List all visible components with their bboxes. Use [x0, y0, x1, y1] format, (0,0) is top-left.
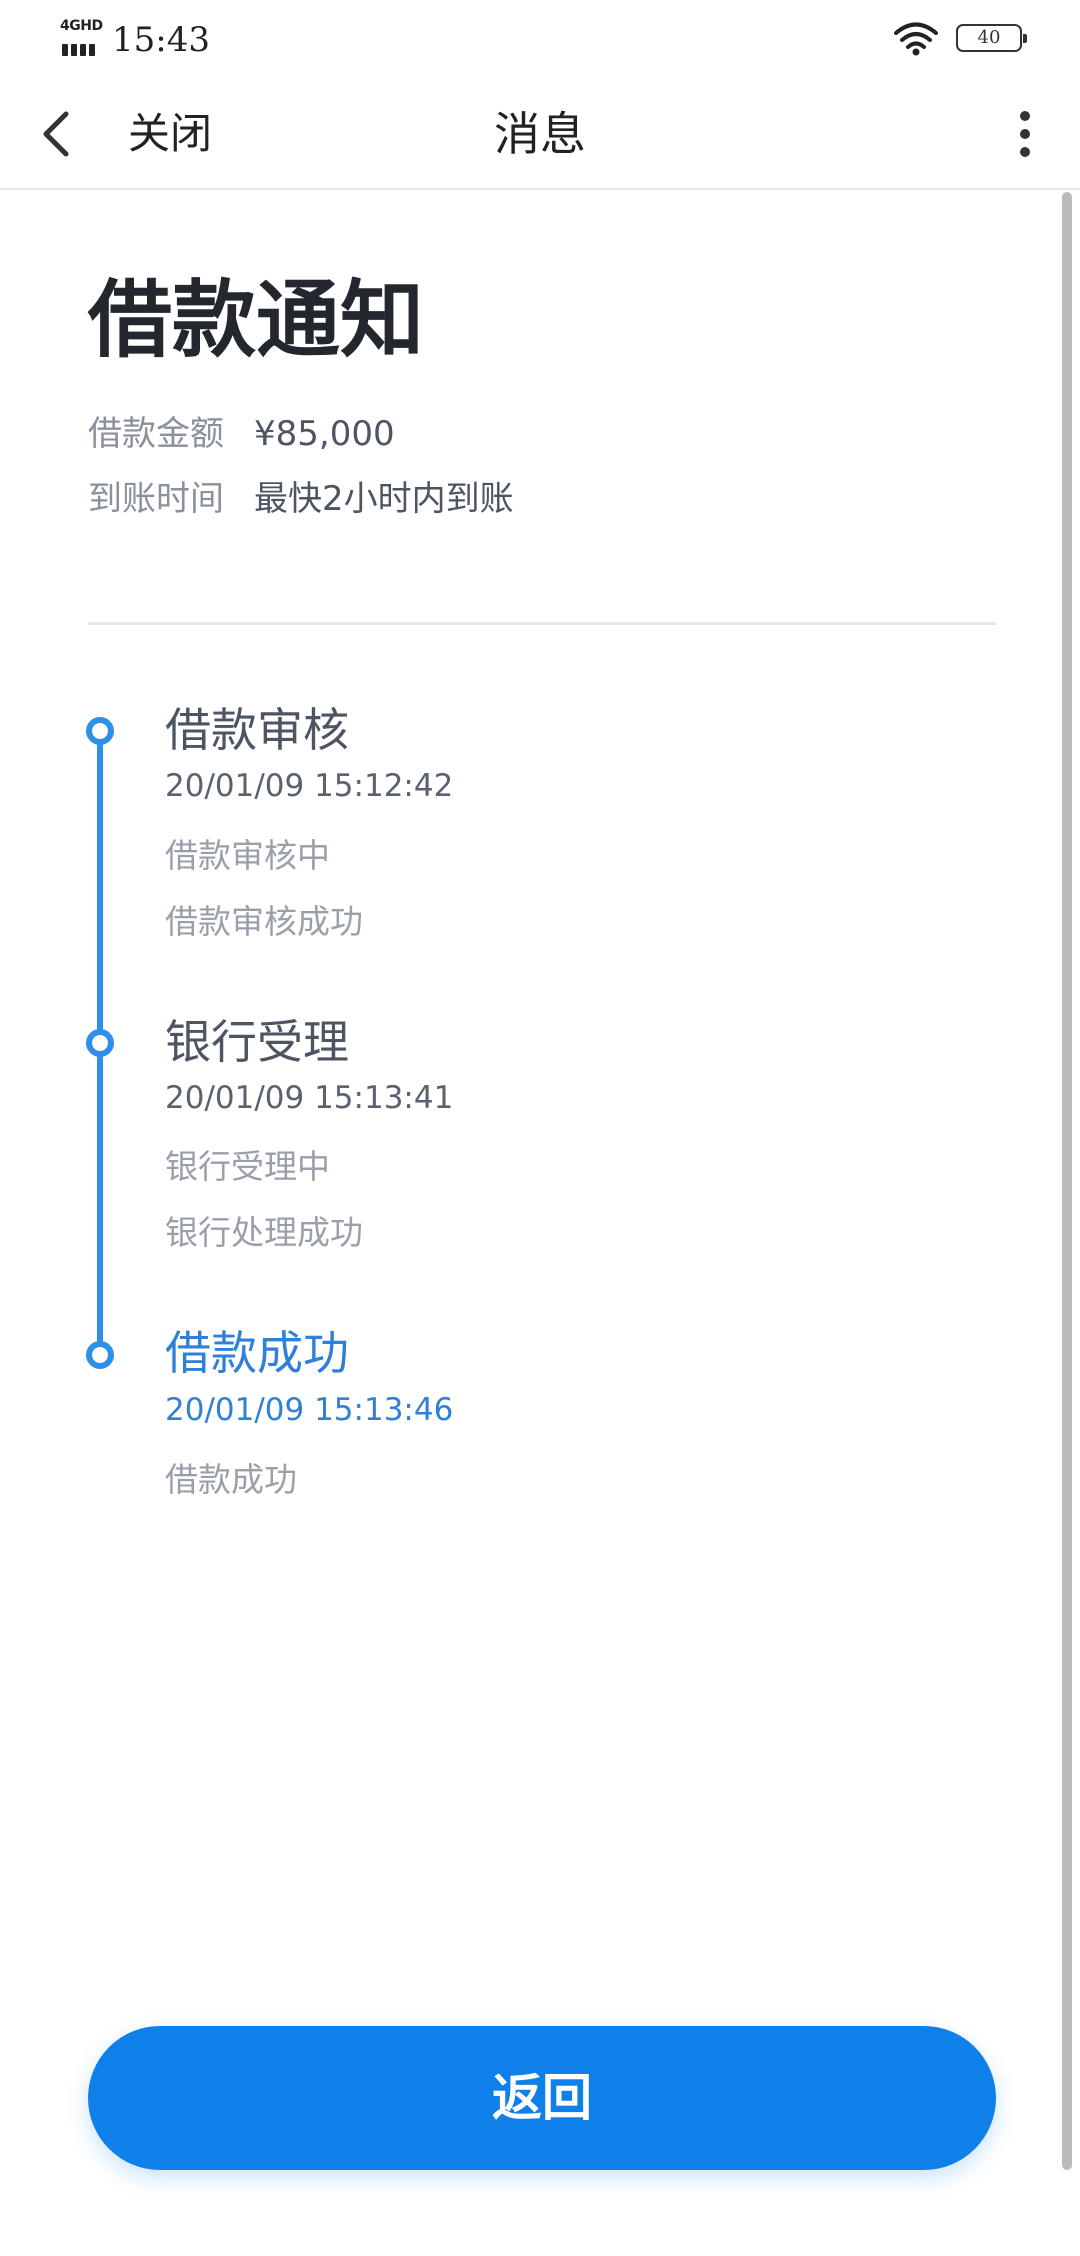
page-title: 借款通知 — [88, 271, 425, 369]
battery-icon: 40 — [956, 24, 1027, 52]
step-time: 20/01/09 15:13:46 — [165, 1392, 454, 1428]
step-detail: 银行处理成功 — [165, 1213, 363, 1252]
status-bar: 4GHD 15:43 40 — [0, 0, 1080, 80]
status-time: 15:43 — [112, 20, 210, 60]
info-label: 借款金额 — [88, 414, 224, 454]
step-title: 银行受理 — [165, 1015, 349, 1069]
step-title: 借款审核 — [165, 703, 349, 757]
step-detail: 借款审核中 — [165, 836, 330, 875]
timeline-dot — [86, 717, 114, 745]
step-detail: 银行受理中 — [165, 1147, 330, 1186]
info-value: 最快2小时内到账 — [254, 479, 514, 519]
step-detail: 借款成功 — [165, 1460, 297, 1499]
timeline-dot — [86, 1029, 114, 1057]
nav-title: 消息 — [494, 107, 586, 161]
divider — [88, 622, 996, 625]
info-label: 到账时间 — [88, 479, 224, 519]
wifi-icon — [894, 22, 938, 56]
more-options-icon[interactable] — [1010, 108, 1040, 160]
timeline-dot — [86, 1341, 114, 1369]
step-time: 20/01/09 15:12:42 — [165, 768, 454, 804]
info-value: ¥85,000 — [254, 414, 395, 454]
step-time: 20/01/09 15:13:41 — [165, 1080, 454, 1116]
cellular-signal-icon: 4GHD — [60, 18, 106, 56]
nav-bar: 关闭 消息 — [0, 80, 1080, 190]
info-row-arrival: 到账时间 最快2小时内到账 — [88, 475, 514, 523]
step-title: 借款成功 — [165, 1326, 349, 1380]
step-detail: 借款审核成功 — [165, 902, 363, 941]
info-row-amount: 借款金额 ¥85,000 — [88, 410, 395, 458]
return-button[interactable]: 返回 — [88, 2026, 996, 2170]
scrollbar[interactable] — [1062, 192, 1072, 2170]
network-type: 4GHD — [60, 18, 103, 34]
battery-level: 40 — [977, 27, 1001, 48]
